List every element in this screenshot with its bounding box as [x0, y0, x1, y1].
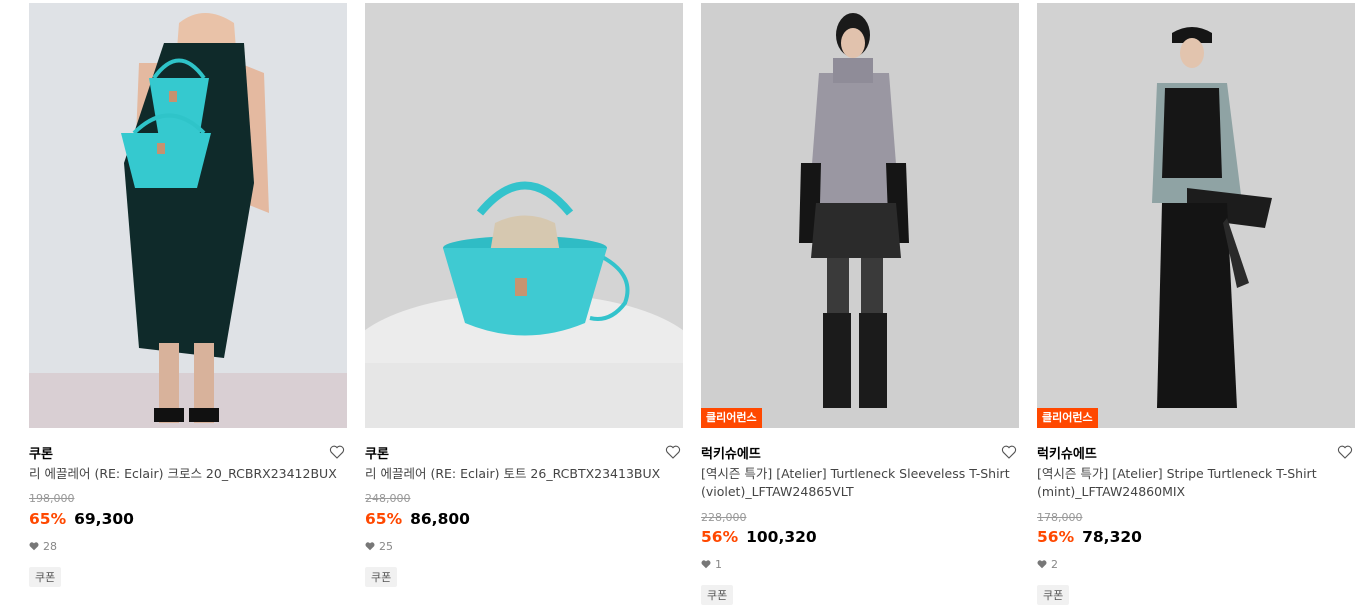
product-image[interactable]: 클리어런스	[1037, 3, 1355, 428]
clearance-badge: 클리어런스	[1037, 408, 1098, 428]
product-image[interactable]	[29, 3, 347, 428]
price-row: 56% 100,320	[701, 528, 817, 546]
heart-icon[interactable]	[1001, 444, 1017, 460]
product-name[interactable]: [역시즌 특가] [Atelier] Stripe Turtleneck T-S…	[1037, 465, 1355, 501]
product-image[interactable]: 클리어런스	[701, 3, 1019, 428]
discount-rate: 56%	[1037, 528, 1075, 546]
product-card[interactable]: 쿠론 리 에끌레어 (RE: Eclair) 크로스 20_RCBRX23412…	[29, 3, 347, 587]
product-card[interactable]: 클리어런스 럭키슈에뜨 [역시즌 특가] [Atelier] Stripe Tu…	[1037, 3, 1355, 605]
like-count-value: 1	[715, 558, 722, 571]
like-count-value: 28	[43, 540, 57, 553]
product-card[interactable]: 클리어런스 럭키슈에뜨 [역시즌 특가] [Atelier] Turtlenec…	[701, 3, 1019, 605]
brand-name[interactable]: 럭키슈에뜨	[1037, 443, 1097, 462]
heart-icon[interactable]	[665, 444, 681, 460]
price-row: 65% 69,300	[29, 510, 134, 528]
product-name[interactable]: [역시즌 특가] [Atelier] Turtleneck Sleeveless…	[701, 465, 1019, 501]
discount-rate: 65%	[365, 510, 403, 528]
product-card[interactable]: 쿠론 리 에끌레어 (RE: Eclair) 토트 26_RCBTX23413B…	[365, 3, 683, 587]
coupon-badge: 쿠폰	[365, 567, 398, 587]
price-row: 65% 86,800	[365, 510, 470, 528]
original-price: 198,000	[29, 492, 75, 505]
like-count: 2	[1037, 558, 1058, 571]
heart-icon[interactable]	[329, 444, 345, 460]
sale-price: 86,800	[410, 510, 470, 528]
like-heart-icon	[365, 542, 375, 551]
heart-icon[interactable]	[1337, 444, 1353, 460]
product-name[interactable]: 리 에끌레어 (RE: Eclair) 크로스 20_RCBRX23412BUX	[29, 465, 347, 483]
original-price: 178,000	[1037, 511, 1083, 524]
discount-rate: 56%	[701, 528, 739, 546]
like-count: 28	[29, 540, 57, 553]
like-heart-icon	[1037, 560, 1047, 569]
sale-price: 69,300	[74, 510, 134, 528]
brand-name[interactable]: 쿠론	[365, 443, 389, 462]
coupon-badge: 쿠폰	[701, 585, 734, 605]
coupon-badge: 쿠폰	[29, 567, 62, 587]
like-count: 1	[701, 558, 722, 571]
product-name[interactable]: 리 에끌레어 (RE: Eclair) 토트 26_RCBTX23413BUX	[365, 465, 683, 483]
brand-name[interactable]: 럭키슈에뜨	[701, 443, 761, 462]
brand-name[interactable]: 쿠론	[29, 443, 53, 462]
like-heart-icon	[29, 542, 39, 551]
like-count-value: 25	[379, 540, 393, 553]
original-price: 228,000	[701, 511, 747, 524]
sale-price: 100,320	[746, 528, 817, 546]
sale-price: 78,320	[1082, 528, 1142, 546]
original-price: 248,000	[365, 492, 411, 505]
discount-rate: 65%	[29, 510, 67, 528]
coupon-badge: 쿠폰	[1037, 585, 1070, 605]
clearance-badge: 클리어런스	[701, 408, 762, 428]
like-heart-icon	[701, 560, 711, 569]
product-image[interactable]	[365, 3, 683, 428]
like-count-value: 2	[1051, 558, 1058, 571]
like-count: 25	[365, 540, 393, 553]
price-row: 56% 78,320	[1037, 528, 1142, 546]
